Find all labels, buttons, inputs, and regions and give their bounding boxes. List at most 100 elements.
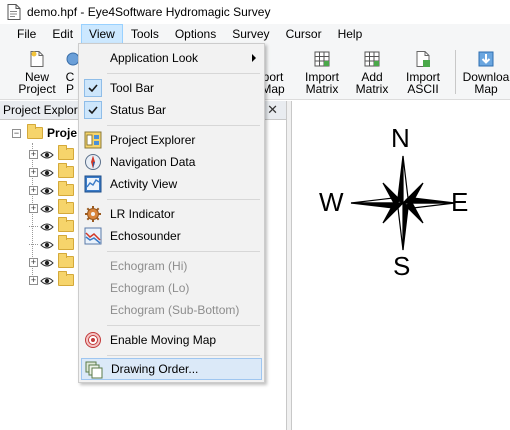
menu-item-echogram-lo[interactable]: Echogram (Lo): [81, 277, 262, 299]
document-icon: [7, 4, 21, 20]
tree-item[interactable]: +: [29, 181, 74, 198]
menu-item-application-look[interactable]: Application Look: [81, 47, 262, 69]
menu-item-label: LR Indicator: [110, 207, 175, 221]
eye-icon[interactable]: [40, 221, 54, 231]
import-map-icon: [264, 50, 282, 68]
tree-item[interactable]: [29, 235, 74, 252]
tree-root-row[interactable]: − Proje: [12, 124, 77, 141]
menu-item-label: Activity View: [110, 177, 178, 191]
tree-item[interactable]: +: [29, 145, 74, 162]
tree-item[interactable]: [29, 217, 74, 234]
expand-icon[interactable]: +: [29, 257, 38, 267]
menu-item-label: Echogram (Hi): [110, 259, 188, 273]
submenu-arrow-icon: [252, 54, 256, 62]
import-ascii-button[interactable]: Import ASCII: [398, 46, 448, 98]
partial-label-2: P: [65, 82, 74, 96]
checkmark-icon: [84, 101, 102, 119]
map-canvas[interactable]: N W E S: [293, 101, 510, 430]
compass-rose-icon: [350, 155, 456, 251]
expand-icon[interactable]: +: [29, 203, 38, 213]
compass-south-label: S: [393, 251, 411, 281]
menu-item-echosounder[interactable]: Echosounder: [81, 225, 262, 247]
menu-item-activity-view[interactable]: Activity View: [81, 173, 262, 195]
menu-item-lr-indicator[interactable]: LR Indicator: [81, 203, 262, 225]
partial-button[interactable]: C P: [60, 46, 80, 98]
menu-item-status-bar[interactable]: Status Bar: [81, 99, 262, 121]
menu-item-label: Project Explorer: [110, 133, 196, 147]
tree-item[interactable]: +: [29, 163, 74, 180]
menu-separator: [107, 73, 260, 74]
menu-item-label: Drawing Order...: [111, 362, 199, 376]
tree-item[interactable]: +: [29, 199, 74, 216]
eye-icon[interactable]: [40, 239, 54, 249]
menu-item-label: Echosounder: [110, 229, 181, 243]
project-explorer-icon: [84, 131, 102, 149]
import-matrix-button[interactable]: Import Matrix: [297, 46, 347, 98]
menu-separator: [107, 325, 260, 326]
eye-icon[interactable]: [40, 203, 54, 213]
download-map-button[interactable]: Downloa Map: [462, 46, 510, 98]
collapse-icon[interactable]: −: [12, 128, 21, 138]
import-ascii-label-2: ASCII: [407, 82, 439, 96]
activity-view-icon: [84, 175, 102, 193]
menu-item-label: Tool Bar: [110, 81, 155, 95]
folder-icon: [58, 235, 74, 250]
eye-icon[interactable]: [40, 185, 54, 195]
menu-item-label: Echogram (Sub-Bottom): [110, 303, 240, 317]
import-matrix-label-2: Matrix: [305, 82, 339, 96]
add-matrix-button[interactable]: Add Matrix: [347, 46, 397, 98]
menu-survey[interactable]: Survey: [224, 24, 277, 44]
eye-icon[interactable]: [40, 149, 54, 159]
tree-item[interactable]: +: [29, 271, 74, 288]
menu-edit[interactable]: Edit: [44, 24, 81, 44]
menu-tools[interactable]: Tools: [123, 24, 167, 44]
menu-options[interactable]: Options: [167, 24, 224, 44]
add-matrix-label-2: Matrix: [355, 82, 389, 96]
expand-icon[interactable]: +: [29, 167, 38, 177]
expand-icon[interactable]: +: [29, 185, 38, 195]
eye-icon[interactable]: [40, 257, 54, 267]
menu-item-label: Status Bar: [110, 103, 167, 117]
compass-west-label: W: [319, 187, 344, 217]
menu-item-tool-bar[interactable]: Tool Bar: [81, 77, 262, 99]
tree-item[interactable]: +: [29, 253, 74, 270]
menu-item-label: Echogram (Lo): [110, 281, 190, 295]
panel-splitter[interactable]: [287, 101, 292, 430]
menu-item-navigation-data[interactable]: Navigation Data: [81, 151, 262, 173]
project-explorer-title: Project Explore: [3, 103, 85, 117]
folder-icon: [58, 217, 74, 232]
folder-icon: [27, 124, 43, 139]
menu-help[interactable]: Help: [330, 24, 371, 44]
menu-item-drawing-order[interactable]: Drawing Order...: [81, 358, 262, 380]
menu-item-enable-moving-map[interactable]: Enable Moving Map: [81, 329, 262, 351]
menu-item-project-explorer[interactable]: Project Explorer: [81, 129, 262, 151]
folder-icon: [58, 253, 74, 268]
menu-item-label: Application Look: [110, 51, 199, 65]
menu-item-echogram-hi[interactable]: Echogram (Hi): [81, 255, 262, 277]
new-document-icon: [28, 50, 46, 68]
menu-file[interactable]: File: [9, 24, 44, 44]
menu-separator: [107, 355, 260, 356]
menu-item-label: Navigation Data: [110, 155, 196, 169]
matrix-grid-icon: [313, 50, 331, 68]
new-project-button[interactable]: New Project: [12, 46, 62, 98]
tree-line: [29, 225, 38, 227]
matrix-grid-icon: [363, 50, 381, 68]
eye-icon[interactable]: [40, 275, 54, 285]
echosounder-icon: [84, 227, 102, 245]
menu-view[interactable]: View: [81, 24, 123, 44]
menu-cursor[interactable]: Cursor: [278, 24, 330, 44]
ascii-document-icon: [414, 50, 432, 68]
title-bar: demo.hpf - Eye4Software Hydromagic Surve…: [0, 0, 510, 24]
download-map-label-2: Map: [474, 82, 498, 96]
target-icon: [84, 331, 102, 349]
eye-icon[interactable]: [40, 167, 54, 177]
menu-item-echogram-sub-bottom[interactable]: Echogram (Sub-Bottom): [81, 299, 262, 321]
folder-icon: [58, 145, 74, 160]
drawing-order-icon: [85, 361, 103, 379]
folder-icon: [58, 163, 74, 178]
expand-icon[interactable]: +: [29, 149, 38, 159]
close-icon[interactable]: ✕: [267, 102, 278, 118]
folder-icon: [58, 199, 74, 214]
expand-icon[interactable]: +: [29, 275, 38, 285]
